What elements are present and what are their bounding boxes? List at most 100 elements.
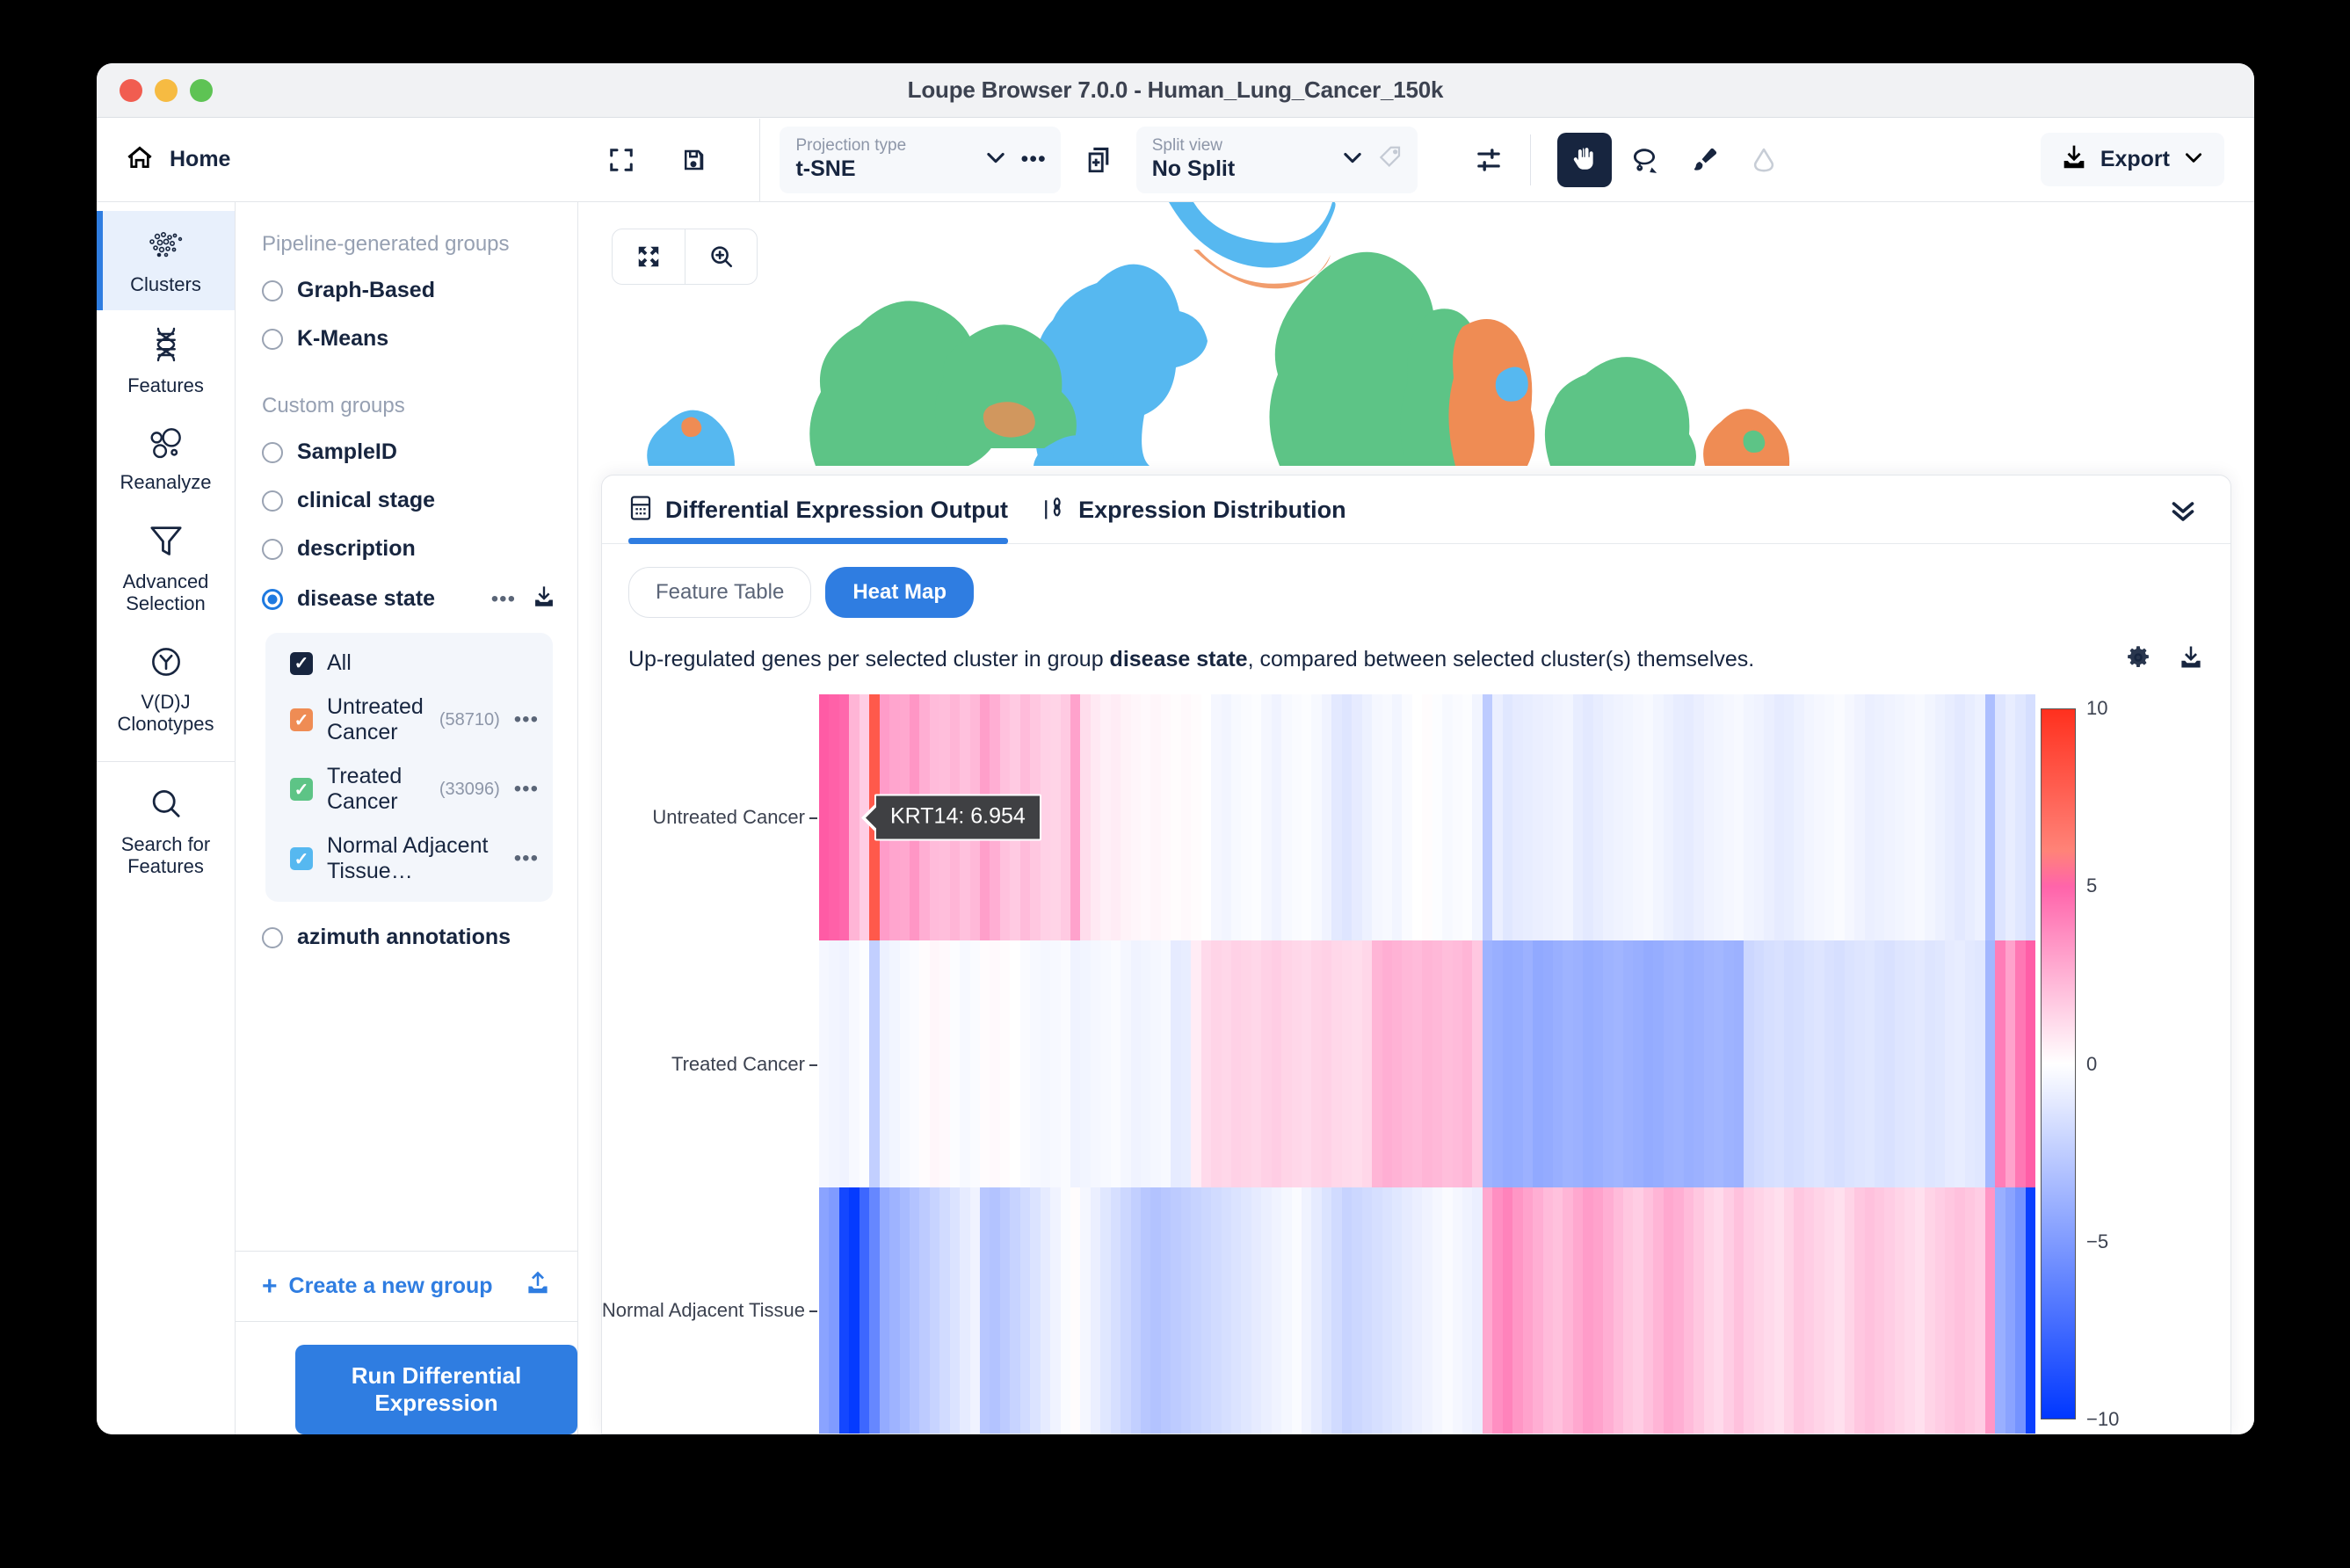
heatmap-cell[interactable] xyxy=(1492,1187,1502,1434)
heatmap-cell[interactable] xyxy=(1010,1187,1019,1434)
download-icon[interactable] xyxy=(2178,644,2204,675)
heatmap-cell[interactable] xyxy=(1633,694,1643,940)
heatmap-cell[interactable] xyxy=(919,940,929,1187)
heatmap-cell[interactable] xyxy=(829,1187,838,1434)
heatmap-cell[interactable] xyxy=(919,1187,929,1434)
heatmap-cell[interactable] xyxy=(1311,1187,1321,1434)
heatmap-cell[interactable] xyxy=(1111,694,1121,940)
heatmap-cell[interactable] xyxy=(1512,940,1522,1187)
heatmap-cell[interactable] xyxy=(1061,1187,1070,1434)
heatmap-cell[interactable] xyxy=(1070,1187,1080,1434)
feature-table-button[interactable]: Feature Table xyxy=(628,567,811,618)
heatmap-cell[interactable] xyxy=(1824,694,1834,940)
heatmap-cell[interactable] xyxy=(1191,694,1200,940)
heatmap-cell[interactable] xyxy=(1614,694,1623,940)
heatmap-cell[interactable] xyxy=(1362,940,1372,1187)
heatmap-cell[interactable] xyxy=(1302,940,1311,1187)
heatmap-cell[interactable] xyxy=(1824,940,1834,1187)
radio-icon[interactable] xyxy=(262,490,283,512)
heatmap-cell[interactable] xyxy=(1352,1187,1361,1434)
heatmap-cell[interactable] xyxy=(1041,940,1050,1187)
heatmap-cell[interactable] xyxy=(1020,1187,1030,1434)
heatmap-cell[interactable] xyxy=(1754,1187,1764,1434)
heatmap-cell[interactable] xyxy=(1111,1187,1121,1434)
heatmap-cell[interactable] xyxy=(2005,1187,2015,1434)
heatmap-cell[interactable] xyxy=(1161,940,1171,1187)
heatmap-cell[interactable] xyxy=(1784,694,1794,940)
heatmap-cell[interactable] xyxy=(1331,940,1341,1187)
radio-icon[interactable] xyxy=(262,927,283,948)
cluster-item-treated-cancer[interactable]: ✓ Treated Cancer (33096) ••• xyxy=(290,764,539,815)
heatmap-cell[interactable] xyxy=(939,940,949,1187)
heatmap-cell[interactable] xyxy=(1261,694,1271,940)
heatmap-cell[interactable] xyxy=(1744,940,1753,1187)
heatmap-cell[interactable] xyxy=(1442,940,1452,1187)
heatmap-cell[interactable] xyxy=(1512,694,1522,940)
heatmap-cell[interactable] xyxy=(1915,940,1925,1187)
heatmap-cell[interactable] xyxy=(1643,940,1653,1187)
heatmap-cell[interactable] xyxy=(1935,694,1945,940)
heatmap-cell[interactable] xyxy=(1100,1187,1110,1434)
heatmap-cell[interactable] xyxy=(1211,694,1221,940)
heatmap-cell[interactable] xyxy=(1080,694,1090,940)
heatmap-cell[interactable] xyxy=(1181,1187,1191,1434)
heatmap-cell[interactable] xyxy=(1794,1187,1803,1434)
heatmap-cell[interactable] xyxy=(939,1187,949,1434)
heatmap-cell[interactable] xyxy=(1422,940,1432,1187)
heatmap-cell[interactable] xyxy=(950,1187,960,1434)
heatmap-cell[interactable] xyxy=(1523,940,1533,1187)
heatmap-cell[interactable] xyxy=(1281,940,1291,1187)
heatmap-cell[interactable] xyxy=(849,940,859,1187)
heatmap-cell[interactable] xyxy=(1653,694,1663,940)
cluster-item-normal-adjacent-tissue[interactable]: ✓ Normal Adjacent Tissue… ••• xyxy=(290,833,539,884)
group-option-clinical-stage[interactable]: clinical stage xyxy=(262,488,577,513)
heatmap-cell[interactable] xyxy=(1673,940,1683,1187)
heatmap-cell[interactable] xyxy=(1965,1187,1975,1434)
heatmap-cell[interactable] xyxy=(970,940,980,1187)
heatmap-cell[interactable] xyxy=(869,940,879,1187)
heatmap-cell[interactable] xyxy=(1814,1187,1824,1434)
heatmap-cell[interactable] xyxy=(1945,694,1955,940)
heatmap-cell[interactable] xyxy=(1603,1187,1613,1434)
sidebar-item-search-for-features[interactable]: Search for Features xyxy=(97,771,235,891)
heatmap-cell[interactable] xyxy=(1804,694,1814,940)
heatmap-cell[interactable] xyxy=(1714,940,1723,1187)
heatmap-cell[interactable] xyxy=(1462,1187,1472,1434)
heatmap-cell[interactable] xyxy=(1030,940,1040,1187)
heatmap-cell[interactable] xyxy=(1563,1187,1572,1434)
heatmap-cell[interactable] xyxy=(2005,940,2015,1187)
heatmap-cell[interactable] xyxy=(1865,940,1875,1187)
cluster-item-untreated-cancer[interactable]: ✓ Untreated Cancer (58710) ••• xyxy=(290,694,539,745)
heatmap-cell[interactable] xyxy=(1723,694,1733,940)
heatmap-cell[interactable] xyxy=(1311,694,1321,940)
heatmap-row[interactable] xyxy=(819,940,2035,1187)
heatmap-cell[interactable] xyxy=(1111,940,1121,1187)
heatmap-cell[interactable] xyxy=(1331,1187,1341,1434)
heatmap-cell[interactable] xyxy=(1673,694,1683,940)
heatmap-cell[interactable] xyxy=(1563,940,1572,1187)
heatmap-cell[interactable] xyxy=(1150,1187,1160,1434)
heatmap-cell[interactable] xyxy=(1503,694,1512,940)
upload-icon[interactable] xyxy=(525,1271,551,1302)
heatmap-cell[interactable] xyxy=(1955,1187,1964,1434)
heatmap-cell[interactable] xyxy=(1382,1187,1392,1434)
heatmap-cell[interactable] xyxy=(1774,940,1784,1187)
heatmap-cell[interactable] xyxy=(2005,694,2015,940)
heatmap-cell[interactable] xyxy=(1281,694,1291,940)
heatmap-cell[interactable] xyxy=(1875,694,1884,940)
tab-expression-distribution[interactable]: Expression Distribution xyxy=(1041,495,1346,543)
heatmap-cell[interactable] xyxy=(1814,694,1824,940)
tag-icon[interactable] xyxy=(1377,144,1403,175)
heatmap-cell[interactable] xyxy=(1714,1187,1723,1434)
heatmap-cell[interactable] xyxy=(1523,694,1533,940)
heatmap-cell[interactable] xyxy=(1251,694,1261,940)
sidebar-item-vdj-clonotypes[interactable]: V(D)J Clonotypes xyxy=(97,628,235,749)
heatmap-cell[interactable] xyxy=(1935,1187,1945,1434)
heatmap-cell[interactable] xyxy=(1895,940,1904,1187)
heatmap-cell[interactable] xyxy=(1382,940,1392,1187)
heatmap-cell[interactable] xyxy=(1623,694,1633,940)
heatmap-cell[interactable] xyxy=(1593,940,1603,1187)
heatmap-cell[interactable] xyxy=(1614,940,1623,1187)
heatmap-cell[interactable] xyxy=(1331,694,1341,940)
heatmap-cell[interactable] xyxy=(1543,1187,1553,1434)
